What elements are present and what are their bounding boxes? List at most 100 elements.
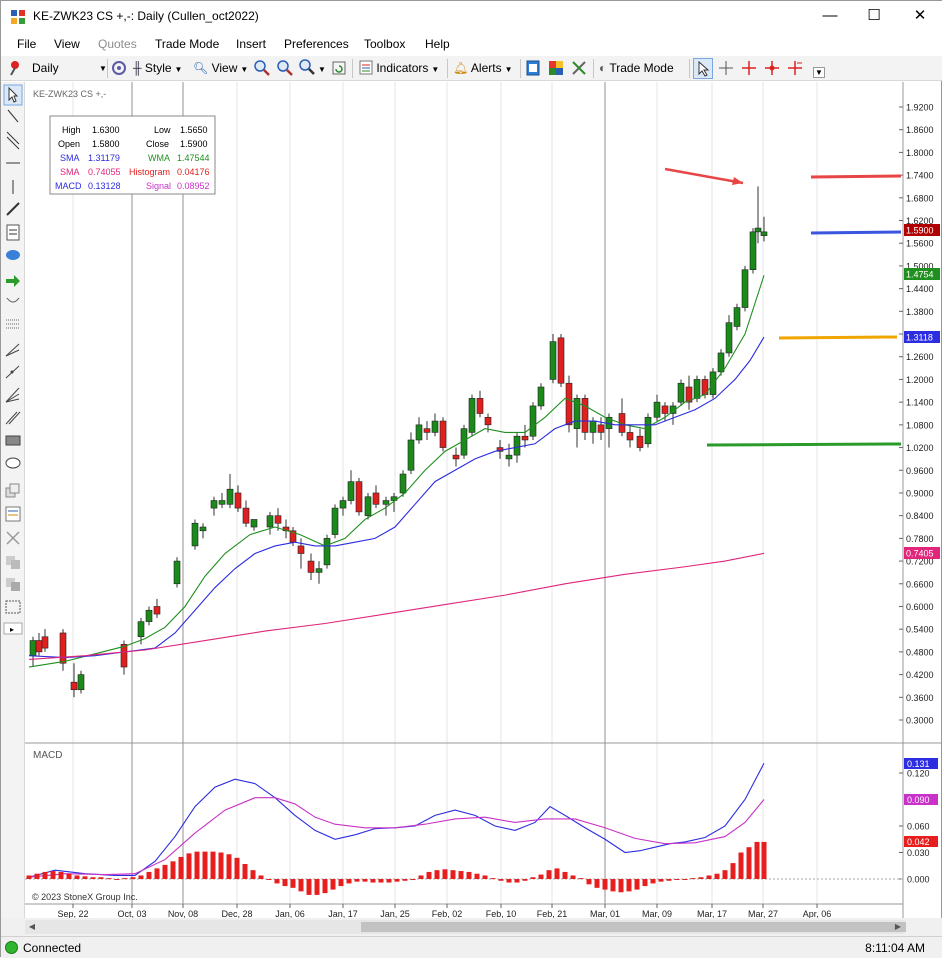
candle-up <box>145 606 153 626</box>
histogram-bar <box>162 864 168 879</box>
histogram-bar <box>730 863 736 879</box>
menu-help[interactable]: Help <box>425 37 450 51</box>
date-tick-label: Dec, 28 <box>221 909 252 918</box>
maximize-button[interactable]: ☐ <box>851 1 897 32</box>
ray-icon[interactable] <box>6 202 20 216</box>
settings-icon[interactable] <box>111 60 127 76</box>
menu-preferences[interactable]: Preferences <box>284 37 349 51</box>
candle-body <box>661 405 669 414</box>
style-dropdown[interactable]: ╫ Style ▼ <box>133 58 182 79</box>
price-tick-label: 1.6800 <box>906 193 934 203</box>
chart-page-icon[interactable] <box>525 60 541 76</box>
candle-down <box>372 485 380 509</box>
menu-file[interactable]: File <box>17 37 36 51</box>
arc-icon[interactable] <box>6 297 20 303</box>
candle-body <box>199 526 207 532</box>
properties-icon[interactable] <box>5 506 21 522</box>
callout-icon[interactable] <box>6 250 20 260</box>
histogram-bar <box>114 879 120 880</box>
trade-mode-button[interactable]: ◐ Trade Mode <box>599 58 674 79</box>
delete-selected-icon[interactable] <box>6 556 20 569</box>
pointer-icon[interactable] <box>3 84 23 106</box>
app-icon <box>11 10 25 24</box>
indicators-dropdown[interactable]: Indicators ▼ <box>359 58 439 79</box>
gann-fan-icon[interactable] <box>5 343 20 357</box>
menu-insert[interactable]: Insert <box>236 37 266 51</box>
red-horizontal-line[interactable] <box>810 174 902 179</box>
annotation-arrow[interactable] <box>664 167 744 185</box>
chart-area[interactable]: KE-ZWK23 CS +,- 1.9200 1.8600 1.8000 1.7400… <box>25 82 942 918</box>
crosshair-line-icon[interactable] <box>787 60 803 76</box>
low-label: Low <box>154 125 171 135</box>
svg-text:0.131: 0.131 <box>907 759 930 769</box>
scrollbar-thumb[interactable] <box>361 922 906 932</box>
horizontal-scrollbar[interactable]: ◀ ▶ <box>25 920 906 934</box>
high-label: High <box>62 125 81 135</box>
zoom-out-icon[interactable] <box>277 60 293 76</box>
copy-drawing-icon[interactable] <box>5 483 20 498</box>
macd-line <box>28 763 765 878</box>
zoom-dropdown[interactable]: ▼ <box>299 58 326 79</box>
pointer-tool-button[interactable] <box>693 58 713 79</box>
alerts-dropdown[interactable]: 🔔︎ Alerts ▼ <box>453 58 513 79</box>
menu-toolbox[interactable]: Toolbox <box>364 37 405 51</box>
palette-icon[interactable] <box>548 60 564 76</box>
expand-panel-icon[interactable]: ▸ <box>3 622 23 635</box>
arrow-icon[interactable] <box>6 275 20 287</box>
scroll-right-icon[interactable]: ▶ <box>891 920 905 934</box>
pointer-icon <box>698 61 710 77</box>
toolbar-separator <box>107 59 108 78</box>
delete-icon[interactable] <box>6 531 20 545</box>
crosshair-icon[interactable] <box>741 60 757 76</box>
rectangle-icon[interactable] <box>5 435 21 446</box>
histogram-value: 0.04176 <box>177 167 210 177</box>
candle-up <box>725 315 733 357</box>
fibonacci-icon[interactable] <box>6 319 20 329</box>
alerts-label: Alerts <box>470 61 502 75</box>
blue-horizontal-line[interactable] <box>810 230 902 235</box>
price-tick-label: 0.9000 <box>906 488 934 498</box>
histogram-bar <box>322 879 328 894</box>
candle-body <box>597 424 605 433</box>
minimize-button[interactable]: — <box>807 1 853 32</box>
menu-trade-mode[interactable]: Trade Mode <box>155 37 219 51</box>
histogram-bar <box>506 879 512 883</box>
candle-body <box>415 424 423 441</box>
toolbar-overflow-icon[interactable]: ▼ <box>813 67 825 78</box>
histogram-bar <box>378 879 384 883</box>
candle-up <box>266 511 274 535</box>
andrews-pitchfork-icon[interactable] <box>5 365 20 379</box>
select-area-icon[interactable] <box>5 600 21 614</box>
view-dropdown[interactable]: 🔍︎ View ▼ <box>193 58 248 79</box>
channel-icon[interactable] <box>6 131 20 150</box>
crosshair-cursor-icon[interactable] <box>718 60 734 76</box>
tools-icon[interactable] <box>571 60 587 76</box>
histogram-bar <box>354 879 360 882</box>
candle-down <box>59 629 67 671</box>
pin-icon[interactable] <box>8 60 22 76</box>
speed-lines-icon[interactable] <box>5 387 20 403</box>
price-tick-label: 0.3600 <box>906 693 934 703</box>
refresh-icon[interactable] <box>331 60 347 76</box>
date-tick-label: Sep, 22 <box>57 909 88 918</box>
open-label: Open <box>58 139 80 149</box>
trendline-icon[interactable] <box>7 109 19 123</box>
zoom-in-icon[interactable] <box>254 60 270 76</box>
text-icon[interactable] <box>6 224 20 241</box>
histogram-bar <box>50 871 56 879</box>
crosshair-dot-icon[interactable] <box>764 60 780 76</box>
ellipse-icon[interactable] <box>5 457 21 469</box>
scroll-left-icon[interactable]: ◀ <box>25 920 39 934</box>
toolbar-separator <box>352 59 353 78</box>
date-tick-label: Mar, 09 <box>642 909 672 918</box>
green-horizontal-line[interactable] <box>706 442 902 447</box>
date-tick-label: Mar, 17 <box>697 909 727 918</box>
parallel-lines-icon[interactable] <box>5 411 21 425</box>
orange-horizontal-line[interactable] <box>778 335 898 340</box>
close-button[interactable]: ✕ <box>897 1 942 32</box>
period-dropdown[interactable]: Daily ▼ <box>32 58 107 79</box>
menu-quotes[interactable]: Quotes <box>98 37 137 51</box>
delete-all-icon[interactable] <box>6 578 20 591</box>
histogram-bar <box>42 871 48 879</box>
menu-view[interactable]: View <box>54 37 80 51</box>
